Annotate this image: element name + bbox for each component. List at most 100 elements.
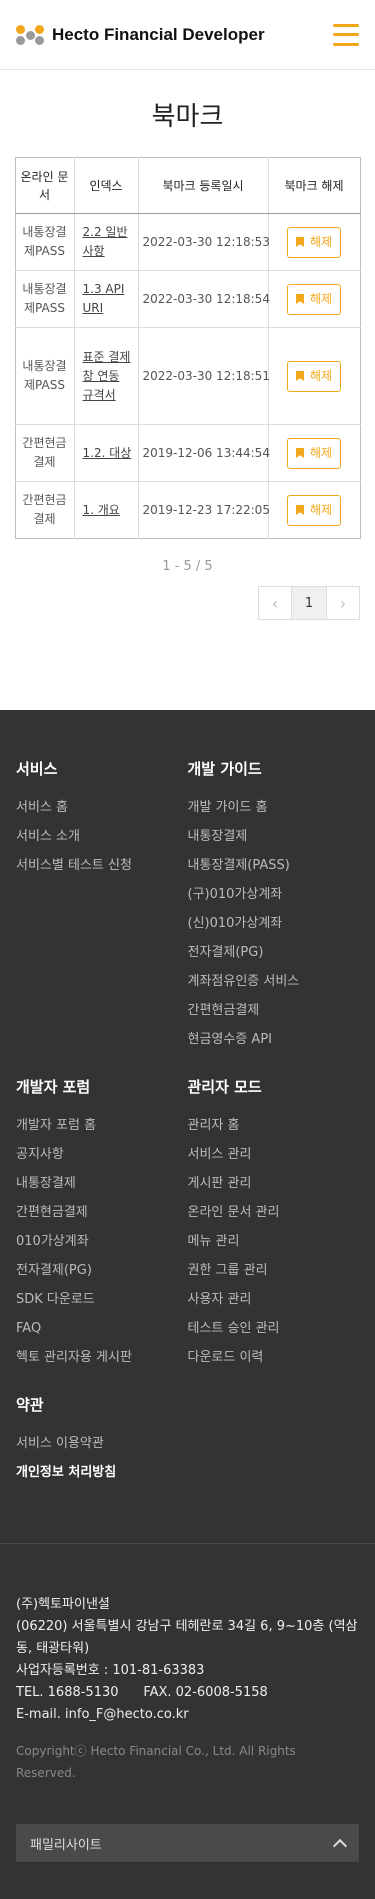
row-action: 해제 [267,481,360,539]
footer-link[interactable]: 서비스 홈 [16,793,188,822]
col-header-doc: 온라인 문서 [15,157,74,214]
footer-link[interactable]: 개발자 포럼 홈 [16,1111,188,1140]
footer-link[interactable]: 서비스 이용약관 [16,1429,188,1458]
row-action: 해제 [267,213,360,271]
index-link[interactable]: 표준 결제창 연동 규격서 [83,350,131,402]
brand-name: Hecto Financial Developer [52,24,265,44]
footer-link[interactable]: 내통장결제 [188,822,360,851]
row-date: 2022-03-30 12:18:51 [137,327,270,425]
footer-link[interactable]: 사용자 관리 [188,1285,360,1314]
footer-link[interactable]: 서비스 관리 [188,1140,360,1169]
bookmark-icon [295,448,304,458]
family-site-select[interactable]: 패밀리사이트 [16,1824,359,1862]
footer-link[interactable]: 간편현금결제 [16,1198,188,1227]
row-index: 표준 결제창 연동 규격서 [73,327,138,425]
footer-link[interactable]: 간편현금결제 [188,996,360,1025]
index-link[interactable]: 1.3 API URI [83,282,125,315]
footer-admin: 관리자 모드 관리자 홈 서비스 관리 게시판 관리 온라인 문서 관리 메뉴 … [188,1076,360,1372]
pagination: ‹ 1 › [0,586,360,620]
footer-services-title: 서비스 [16,760,58,778]
bookmark-icon [295,505,304,515]
footer-link[interactable]: 개인정보 처리방침 [16,1458,188,1487]
row-date: 2019-12-23 17:22:05 [137,481,270,539]
row-action: 해제 [267,327,360,425]
footer-link[interactable]: 관리자 홈 [188,1111,360,1140]
hamburger-menu-icon[interactable] [333,23,359,46]
table-row: 내통장결제PASS 2.2 일반 사항 2022-03-30 12:18:53 … [15,213,360,271]
company-info: (주)헥토파이낸셜 (06220) 서울특별시 강남구 테헤란로 34길 6, … [16,1544,359,1784]
brand[interactable]: Hecto Financial Developer [16,24,265,45]
row-doc: 내통장결제PASS [15,270,74,328]
footer-admin-title: 관리자 모드 [187,1078,262,1096]
col-header-date: 북마크 등록일시 [137,157,268,214]
footer-link[interactable]: 테스트 승인 관리 [188,1314,360,1343]
company-contact: TEL. 1688-5130 FAX. 02-6008-5158 [16,1685,268,1700]
footer-link[interactable]: 다운로드 이력 [188,1343,360,1372]
col-header-action: 북마크 해제 [267,157,360,214]
row-action: 해제 [267,270,360,328]
remove-bookmark-button[interactable]: 해제 [286,360,342,392]
row-index: 2.2 일반 사항 [73,213,138,271]
pagination-range: 1 - 5 / 5 [162,559,213,574]
table-row: 간편현금결제 1.2. 대상 2019-12-06 13:44:54 해제 [15,424,360,482]
footer-link[interactable]: 공지사항 [16,1140,188,1169]
footer-link[interactable]: 내통장결제 [16,1169,188,1198]
footer-forum: 개발자 포럼 개발자 포럼 홈 공지사항 내통장결제 간편현금결제 010가상계… [16,1076,188,1372]
index-link[interactable]: 1.2. 대상 [83,446,132,460]
table-row: 내통장결제PASS 표준 결제창 연동 규격서 2022-03-30 12:18… [15,327,360,425]
footer-link[interactable]: 전자결제(PG) [16,1256,188,1285]
prev-page-icon[interactable]: ‹ [258,586,292,620]
company-name: (주)헥토파이낸셜 [16,1597,110,1612]
footer-link[interactable]: 온라인 문서 관리 [188,1198,360,1227]
footer-link[interactable]: 헥토 관리자용 게시판 [16,1343,188,1372]
col-header-index: 인덱스 [73,157,138,214]
footer-link[interactable]: (구)010가상계좌 [188,880,360,909]
header: Hecto Financial Developer [0,0,375,70]
footer-link[interactable]: SDK 다운로드 [16,1285,188,1314]
footer-link[interactable]: (신)010가상계좌 [188,909,360,938]
company-address: (06220) 서울특별시 강남구 테헤란로 34길 6, 9~10층 (역삼동… [16,1619,358,1656]
bookmark-icon [295,294,304,304]
footer-link[interactable]: 010가상계좌 [16,1227,188,1256]
footer-link[interactable]: 서비스별 테스트 신청 [16,851,188,880]
table-row: 내통장결제PASS 1.3 API URI 2022-03-30 12:18:5… [15,270,360,328]
row-date: 2019-12-06 13:44:54 [137,424,270,482]
page-number-current[interactable]: 1 [292,586,326,620]
index-link[interactable]: 1. 개요 [83,503,120,517]
chevron-up-icon [332,1838,348,1853]
footer-link[interactable]: 현금영수증 API [188,1025,360,1054]
footer-link[interactable]: 게시판 관리 [188,1169,360,1198]
row-doc: 내통장결제PASS [15,327,74,425]
index-link[interactable]: 2.2 일반 사항 [83,225,128,258]
remove-bookmark-button[interactable]: 해제 [286,494,342,526]
footer-link[interactable]: 전자결제(PG) [188,938,360,967]
row-doc: 간편현금결제 [15,424,74,482]
footer-link[interactable]: 계좌점유인증 서비스 [188,967,360,996]
table-header-row: 온라인 문서 인덱스 북마크 등록일시 북마크 해제 [15,157,360,214]
next-page-icon[interactable]: › [326,586,360,620]
remove-bookmark-button[interactable]: 해제 [286,283,342,315]
footer-link[interactable]: 권한 그룹 관리 [188,1256,360,1285]
footer-link[interactable]: FAQ [16,1314,188,1343]
page-title: 북마크 [151,102,224,132]
footer-link[interactable]: 메뉴 관리 [188,1227,360,1256]
footer-terms-title: 약관 [16,1396,44,1414]
remove-bookmark-button[interactable]: 해제 [286,226,342,258]
bookmark-icon [295,371,304,381]
footer-forum-title: 개발자 포럼 [16,1078,91,1096]
row-doc: 내통장결제PASS [15,213,74,271]
row-action: 해제 [267,424,360,482]
remove-bookmark-button[interactable]: 해제 [286,437,342,469]
footer-services: 서비스 서비스 홈 서비스 소개 서비스별 테스트 신청 [16,758,188,880]
footer-guide-title: 개발 가이드 [187,760,262,778]
row-index: 1.2. 대상 [73,424,138,482]
copyright: Copyrightⓒ Hecto Financial Co., Ltd. All… [16,1744,296,1780]
footer-link[interactable]: 내통장결제(PASS) [188,851,360,880]
hecto-logo-icon [16,24,44,45]
footer-link[interactable]: 서비스 소개 [16,822,188,851]
row-index: 1.3 API URI [73,270,138,328]
row-date: 2022-03-30 12:18:53 [137,213,270,271]
footer-terms: 약관 서비스 이용약관 개인정보 처리방침 [16,1394,188,1487]
footer-link[interactable]: 개발 가이드 홈 [188,793,360,822]
row-doc: 간편현금결제 [15,481,74,539]
